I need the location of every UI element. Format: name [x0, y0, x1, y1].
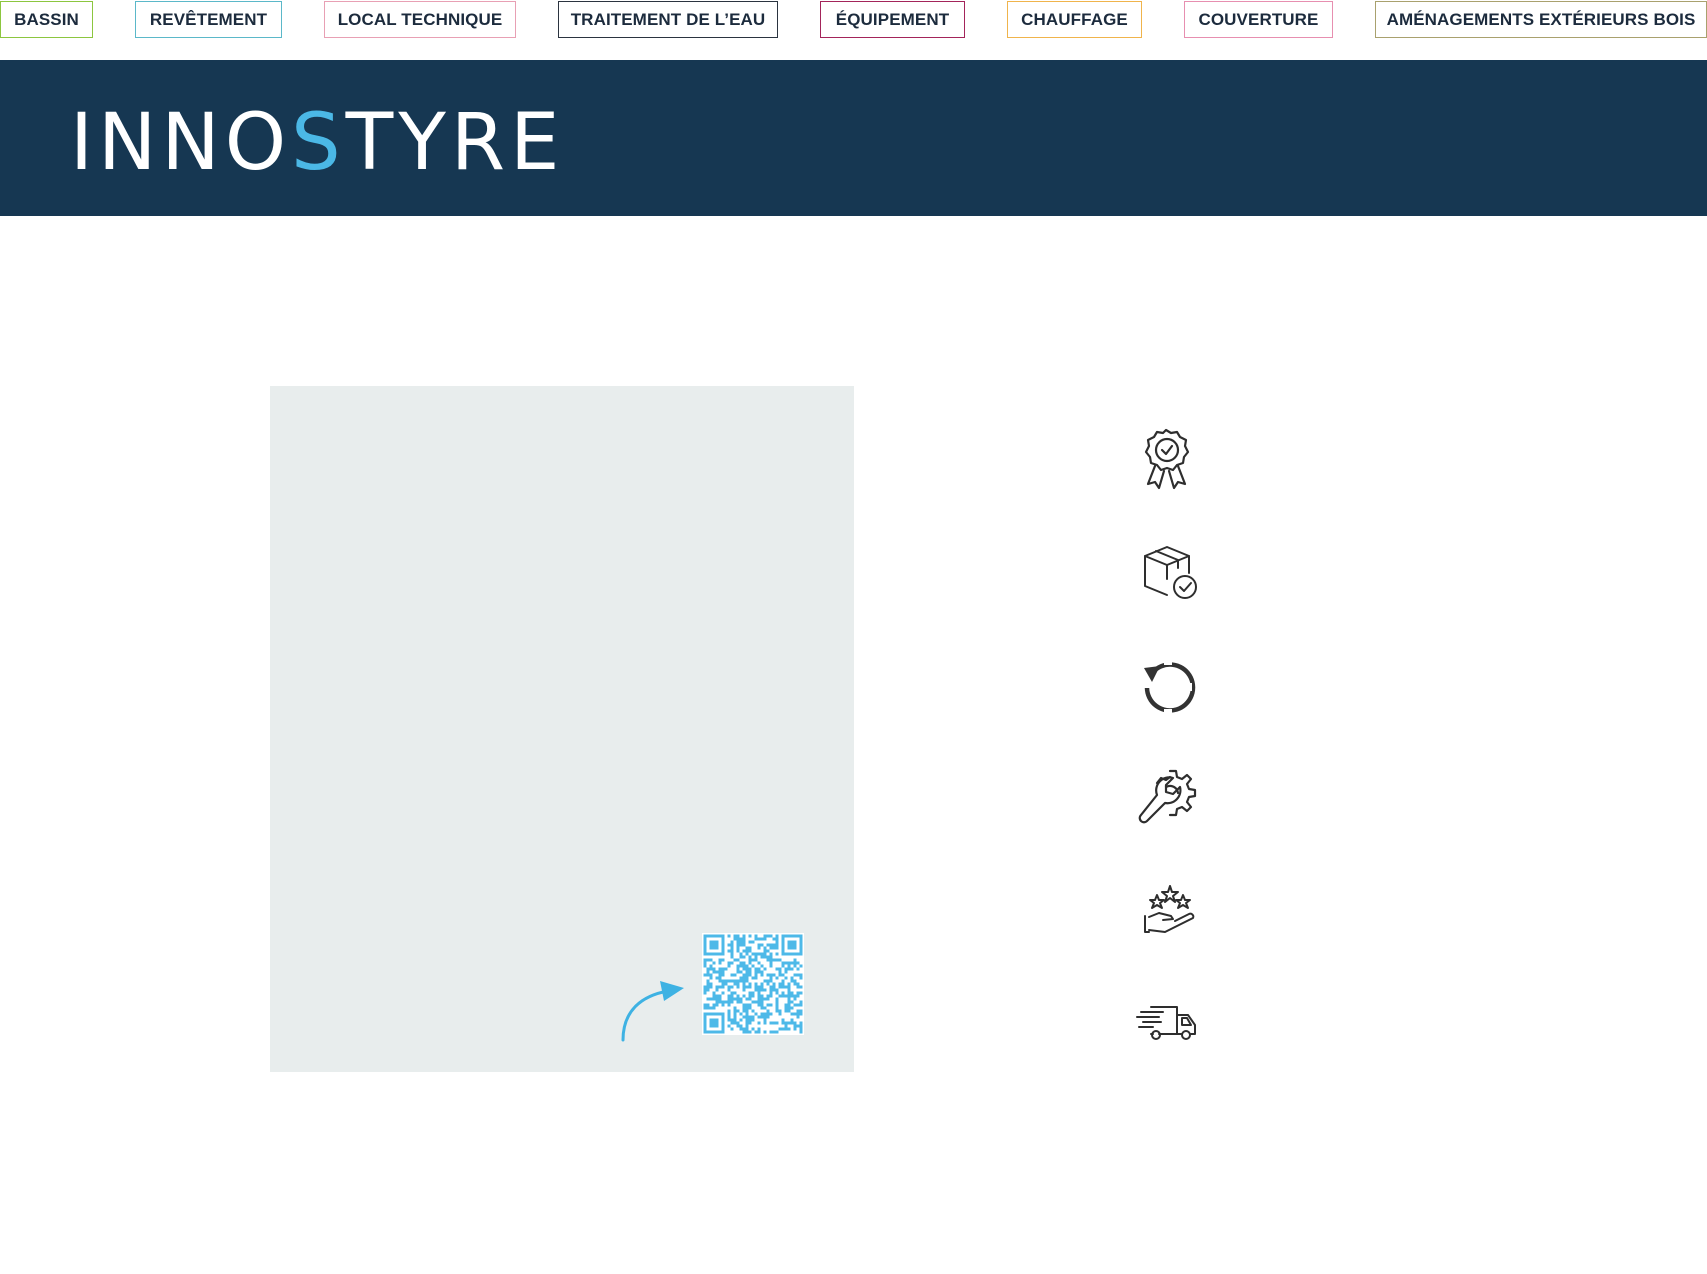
wrench-gear-icon [1133, 763, 1203, 833]
tab-local-technique[interactable]: LOCAL TECHNIQUE [324, 1, 516, 38]
brand-logo[interactable]: INNO S TYRE [70, 98, 564, 188]
tab-amenagements-exterieurs-bois[interactable]: AMÉNAGEMENTS EXTÉRIEURS BOIS [1375, 1, 1707, 38]
tab-traitement-eau[interactable]: TRAITEMENT DE L’EAU [558, 1, 778, 38]
tab-couverture[interactable]: COUVERTURE [1184, 1, 1333, 38]
tab-bassin[interactable]: BASSIN [0, 1, 93, 38]
refresh-icon [1133, 650, 1203, 720]
logo-text-part2: TYRE [345, 98, 565, 188]
award-badge-icon [1131, 424, 1201, 494]
tab-equipement[interactable]: ÉQUIPEMENT [820, 1, 965, 38]
brand-header: INNO S TYRE [0, 60, 1707, 216]
qr-code-pattern [703, 934, 803, 1034]
delivery-truck-icon [1133, 987, 1203, 1057]
qr-code[interactable] [702, 933, 804, 1035]
logo-text-part1: INNO [70, 98, 292, 188]
tab-chauffage[interactable]: CHAUFFAGE [1007, 1, 1142, 38]
category-nav: BASSIN REVÊTEMENT LOCAL TECHNIQUE TRAITE… [0, 0, 1707, 40]
package-check-icon [1133, 537, 1203, 607]
product-image-panel [270, 386, 854, 1072]
page: BASSIN REVÊTEMENT LOCAL TECHNIQUE TRAITE… [0, 0, 1707, 1274]
curved-arrow-icon [621, 981, 684, 1042]
logo-text-accent: S [291, 98, 346, 188]
tab-revetement[interactable]: REVÊTEMENT [135, 1, 282, 38]
hand-stars-icon [1133, 872, 1203, 942]
